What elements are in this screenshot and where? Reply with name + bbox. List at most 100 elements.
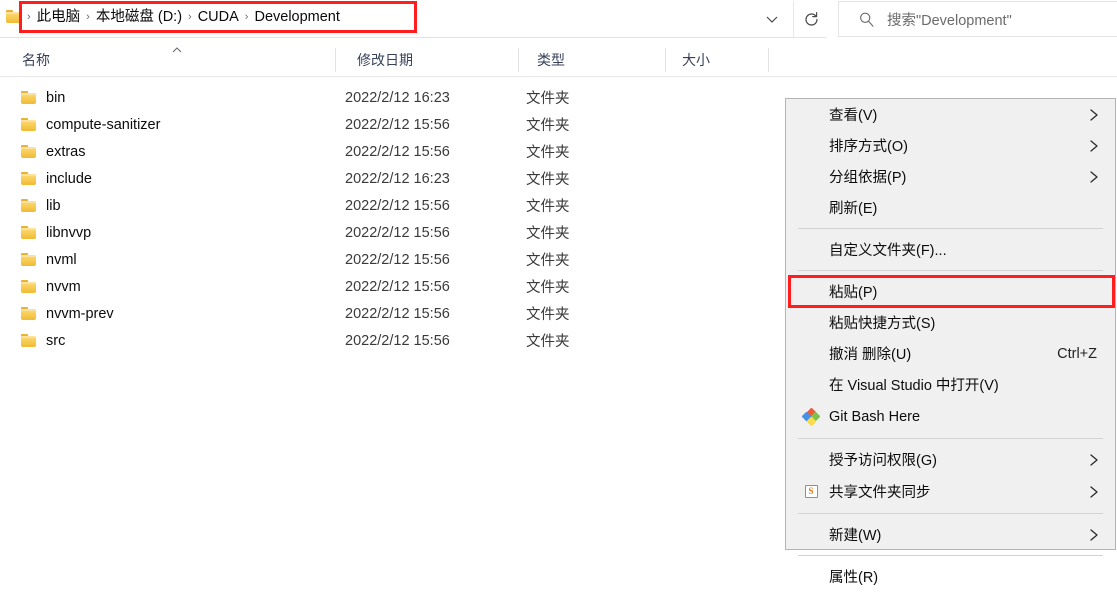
menu-item[interactable]: 属性(R) [786, 561, 1115, 592]
menu-item-label: 查看(V) [829, 108, 878, 124]
file-name: compute-sanitizer [46, 116, 161, 133]
file-date: 2022/2/12 15:56 [345, 224, 450, 241]
context-menu-items: 查看(V) 排序方式(O) 分组依据(P) 刷新(E) 自定义文件夹(F)... 粘贴(P… [786, 99, 1115, 592]
context-menu: 查看(V) 排序方式(O) 分组依据(P) 刷新(E) 自定义文件夹(F)... 粘贴(P… [785, 98, 1116, 586]
chevron-right-icon [1088, 453, 1100, 467]
search-input[interactable]: 搜索"Development" [838, 1, 1117, 37]
menu-item[interactable]: 分组依据(P) [786, 161, 1115, 192]
chevron-right-icon [1088, 139, 1100, 153]
file-type: 文件夹 [526, 91, 570, 107]
file-name: lib [46, 197, 61, 214]
folder-icon [21, 91, 37, 104]
menu-item-label: 撤消 删除(U) [829, 347, 912, 363]
chevron-right-icon [1088, 170, 1100, 184]
chevron-down-icon[interactable] [752, 1, 792, 37]
menu-item[interactable]: 粘贴(P) [786, 276, 1115, 307]
menu-separator [798, 228, 1103, 229]
table-row[interactable]: libnvvp 2022/2/12 15:56 文件夹 [0, 219, 785, 246]
menu-item-label: 自定义文件夹(F)... [829, 243, 947, 259]
menu-item[interactable]: 在 Visual Studio 中打开(V) [786, 369, 1115, 400]
column-divider[interactable] [335, 48, 336, 72]
file-list: bin 2022/2/12 16:23 文件夹 compute-sanitizer 20… [0, 84, 785, 354]
menu-separator [798, 438, 1103, 439]
menu-item-label: 共享文件夹同步 [829, 485, 931, 501]
menu-item[interactable]: 自定义文件夹(F)... [786, 234, 1115, 265]
menu-item[interactable]: S 共享文件夹同步 [786, 475, 1115, 508]
address-toolbar: › 此电脑 › 本地磁盘 (D:) › CUDA › Development 搜… [0, 0, 1117, 38]
table-row[interactable]: src 2022/2/12 15:56 文件夹 [0, 327, 785, 354]
menu-item[interactable]: 刷新(E) [786, 192, 1115, 223]
menu-item-label: 排序方式(O) [829, 139, 908, 155]
folder-icon [21, 307, 37, 320]
menu-item[interactable]: Git Bash Here [786, 400, 1115, 433]
folder-icon [21, 226, 37, 239]
search-icon [857, 10, 875, 28]
git-bash-icon [801, 407, 821, 426]
column-divider[interactable] [518, 48, 519, 72]
table-row[interactable]: bin 2022/2/12 16:23 文件夹 [0, 84, 785, 111]
folder-icon [21, 145, 37, 158]
folder-icon [21, 253, 37, 266]
menu-item-label: 属性(R) [829, 570, 879, 586]
column-divider[interactable] [665, 48, 666, 72]
chevron-right-icon [1088, 485, 1100, 499]
address-bar-divider [0, 37, 826, 38]
file-date: 2022/2/12 16:23 [345, 170, 450, 187]
folder-icon [21, 334, 37, 347]
table-row[interactable]: nvvm 2022/2/12 15:56 文件夹 [0, 273, 785, 300]
menu-item[interactable]: 粘贴快捷方式(S) [786, 307, 1115, 338]
file-name: extras [46, 143, 86, 160]
column-header-size[interactable]: 大小 [670, 44, 770, 76]
file-name: nvvm-prev [46, 305, 114, 322]
file-date: 2022/2/12 15:56 [345, 305, 450, 322]
menu-item-label: 粘贴(P) [829, 285, 878, 301]
menu-item-label: 授予访问权限(G) [829, 453, 937, 469]
column-header-type[interactable]: 类型 [525, 44, 670, 76]
file-type: 文件夹 [526, 334, 570, 350]
file-type: 文件夹 [526, 145, 570, 161]
file-name: libnvvp [46, 224, 92, 241]
file-date: 2022/2/12 15:56 [345, 332, 450, 349]
column-header-row: 名称 修改日期 类型 大小 [0, 44, 1117, 76]
file-date: 2022/2/12 15:56 [345, 278, 450, 295]
file-type: 文件夹 [526, 280, 570, 296]
table-row[interactable]: nvvm-prev 2022/2/12 15:56 文件夹 [0, 300, 785, 327]
menu-item-label: Git Bash Here [829, 408, 921, 425]
file-type: 文件夹 [526, 199, 570, 215]
column-header-date[interactable]: 修改日期 [345, 44, 525, 76]
breadcrumb-highlight-box [19, 1, 417, 33]
menu-item[interactable]: 新建(W) [786, 519, 1115, 550]
file-date: 2022/2/12 15:56 [345, 116, 450, 133]
table-row[interactable]: lib 2022/2/12 15:56 文件夹 [0, 192, 785, 219]
menu-item[interactable]: 查看(V) [786, 99, 1115, 130]
menu-separator [798, 270, 1103, 271]
menu-item-label: 新建(W) [829, 528, 882, 544]
menu-item[interactable]: 排序方式(O) [786, 130, 1115, 161]
menu-item-label: 刷新(E) [829, 201, 878, 217]
table-row[interactable]: extras 2022/2/12 15:56 文件夹 [0, 138, 785, 165]
menu-item[interactable]: 撤消 删除(U) Ctrl+Z [786, 338, 1115, 369]
menu-item[interactable]: 授予访问权限(G) [786, 444, 1115, 475]
file-type: 文件夹 [526, 226, 570, 242]
table-row[interactable]: compute-sanitizer 2022/2/12 15:56 文件夹 [0, 111, 785, 138]
menu-item-label: 在 Visual Studio 中打开(V) [829, 378, 999, 394]
file-type: 文件夹 [526, 118, 570, 134]
file-name: src [46, 332, 66, 349]
file-type: 文件夹 [526, 172, 570, 188]
header-divider [0, 76, 1117, 77]
file-name: nvml [46, 251, 77, 268]
table-row[interactable]: include 2022/2/12 16:23 文件夹 [0, 165, 785, 192]
refresh-icon[interactable] [793, 1, 828, 37]
column-divider[interactable] [768, 48, 769, 72]
file-date: 2022/2/12 15:56 [345, 251, 450, 268]
chevron-right-icon [1088, 528, 1100, 542]
folder-icon [21, 199, 37, 212]
folder-icon [21, 280, 37, 293]
table-row[interactable]: nvml 2022/2/12 15:56 文件夹 [0, 246, 785, 273]
file-name: include [46, 170, 92, 187]
file-name: nvvm [46, 278, 81, 295]
search-placeholder: 搜索"Development" [887, 12, 1012, 29]
menu-separator [798, 513, 1103, 514]
file-date: 2022/2/12 15:56 [345, 197, 450, 214]
file-type: 文件夹 [526, 253, 570, 269]
